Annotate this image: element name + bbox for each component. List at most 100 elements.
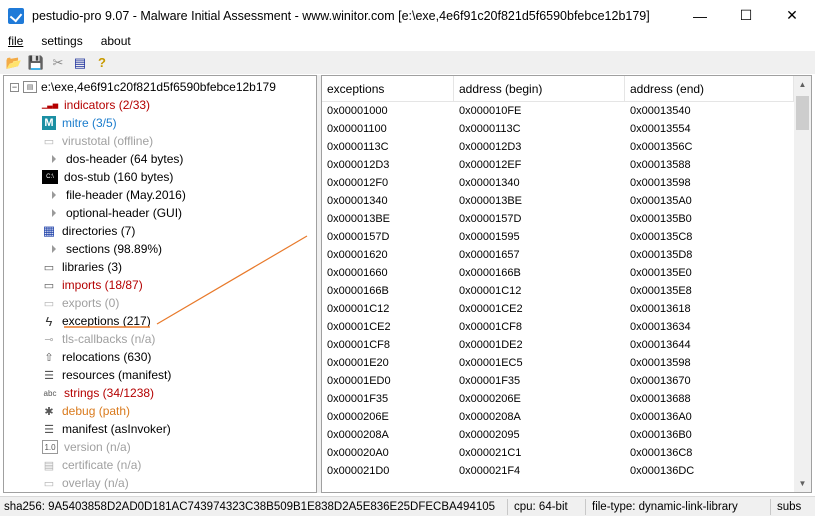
tree-root[interactable]: − ▤ e:\exe,4e6f91c20f821d5f6590bfebce12b… xyxy=(10,78,276,96)
cell-exception: 0x000013BE xyxy=(327,213,390,225)
cell-exception: 0x00001E20 xyxy=(327,357,389,369)
arrow-icon xyxy=(50,152,58,166)
tree-item-label: tls-callbacks (n/a) xyxy=(62,332,156,346)
cell-address-end: 0x000135B0 xyxy=(630,213,692,225)
exceptions-table[interactable]: exceptions address (begin) address (end)… xyxy=(321,75,812,493)
tree-item-virustotal[interactable]: ▭ virustotal (offline) xyxy=(42,132,153,150)
cut-icon[interactable]: ✂ xyxy=(48,54,68,72)
cell-address-end: 0x00013554 xyxy=(630,123,691,135)
close-button[interactable]: ✕ xyxy=(769,0,815,31)
tree-item-strings[interactable]: abc strings (34/1238) xyxy=(42,384,155,402)
cell-address-end: 0x000136B0 xyxy=(630,429,692,441)
cell-exception: 0x00001660 xyxy=(327,267,388,279)
cell-exception: 0x00001C12 xyxy=(327,303,390,315)
tree-item-indicators[interactable]: ▁▃▅ indicators (2/33) xyxy=(42,96,150,114)
cell-address-end: 0x00013588 xyxy=(630,159,691,171)
cell-address-begin: 0x00001DE2 xyxy=(459,339,523,351)
tree-item-mitre[interactable]: Mmitre (3/5) xyxy=(42,114,117,132)
cell-address-begin: 0x00001F35 xyxy=(459,375,521,387)
tree-item-debug[interactable]: ✱ debug (path) xyxy=(42,402,130,420)
collapse-icon[interactable]: − xyxy=(10,82,19,92)
tree-item-label: resources (manifest) xyxy=(62,368,172,382)
scroll-up-icon[interactable]: ▲ xyxy=(794,76,811,93)
tree-item-tls-callbacks[interactable]: ⊸ tls-callbacks (n/a) xyxy=(42,330,155,348)
table-row[interactable]: 0x0000166B 0x00001C12 0x000135E8 xyxy=(322,282,794,300)
scrollbar-thumb[interactable] xyxy=(796,96,809,130)
cell-address-begin: 0x000013BE xyxy=(459,195,522,207)
exports-icon: ▭ xyxy=(43,297,55,310)
menu-settings[interactable]: settings xyxy=(41,34,82,48)
tree-item-exports[interactable]: ▭ exports (0) xyxy=(42,294,120,312)
table-row[interactable]: 0x00001CF8 0x00001DE2 0x00013644 xyxy=(322,336,794,354)
cell-exception: 0x00001F35 xyxy=(327,393,389,405)
tree-item-relocations[interactable]: ⇧ relocations (630) xyxy=(42,348,151,366)
exceptions-icon: ϟ xyxy=(45,313,53,329)
tree-item-manifest[interactable]: ☰ manifest (asInvoker) xyxy=(42,420,171,438)
help-icon[interactable]: ? xyxy=(92,54,112,72)
table-row[interactable]: 0x0000157D 0x00001595 0x000135C8 xyxy=(322,228,794,246)
cell-exception: 0x00001CF8 xyxy=(327,339,390,351)
save-icon[interactable]: 💾 xyxy=(26,54,46,72)
status-subsystem: subs xyxy=(777,500,802,513)
tree-item-dos-header[interactable]: dos-header (64 bytes) xyxy=(42,150,183,168)
vertical-scrollbar[interactable]: ▲ ▼ xyxy=(794,76,811,492)
menu-about[interactable]: about xyxy=(101,34,131,48)
libraries-icon: ▭ xyxy=(43,261,55,274)
table-row[interactable]: 0x00001660 0x0000166B 0x000135E0 xyxy=(322,264,794,282)
tree-item-optional-header[interactable]: optional-header (GUI) xyxy=(42,204,182,222)
table-row[interactable]: 0x000020A0 0x000021C1 0x000136C8 xyxy=(322,444,794,462)
scroll-down-icon[interactable]: ▼ xyxy=(794,475,811,492)
tree-view[interactable]: − ▤ e:\exe,4e6f91c20f821d5f6590bfebce12b… xyxy=(3,75,317,493)
cell-address-end: 0x00013670 xyxy=(630,375,691,387)
cell-address-end: 0x000136C8 xyxy=(630,447,693,459)
column-header-address-end[interactable]: address (end) xyxy=(625,76,794,102)
cell-address-begin: 0x00001CE2 xyxy=(459,303,523,315)
table-row[interactable]: 0x00001C12 0x00001CE2 0x00013618 xyxy=(322,300,794,318)
window-title: pestudio-pro 9.07 - Malware Initial Asse… xyxy=(32,8,650,23)
cell-exception: 0x00001100 xyxy=(327,123,387,135)
tree-item-overlay[interactable]: ▭ overlay (n/a) xyxy=(42,474,129,492)
table-row[interactable]: 0x00001340 0x000013BE 0x000135A0 xyxy=(322,192,794,210)
table-row[interactable]: 0x0000206E 0x0000208A 0x000136A0 xyxy=(322,408,794,426)
minimize-button[interactable]: — xyxy=(677,0,723,31)
open-folder-icon[interactable]: 📂 xyxy=(4,54,24,72)
table-row[interactable]: 0x00001E20 0x00001EC5 0x00013598 xyxy=(322,354,794,372)
arrow-icon xyxy=(50,242,58,256)
table-row[interactable]: 0x000012D3 0x000012EF 0x00013588 xyxy=(322,156,794,174)
arrow-icon xyxy=(50,206,58,220)
tree-item-libraries[interactable]: ▭ libraries (3) xyxy=(42,258,122,276)
tree-item-label: overlay (n/a) xyxy=(62,476,129,490)
tree-item-imports[interactable]: ▭ imports (18/87) xyxy=(42,276,143,294)
tree-item-label: libraries (3) xyxy=(62,260,123,274)
table-row[interactable]: 0x00001100 0x0000113C 0x00013554 xyxy=(322,120,794,138)
table-row[interactable]: 0x00001F35 0x0000206E 0x00013688 xyxy=(322,390,794,408)
tree-item-file-header[interactable]: file-header (May.2016) xyxy=(42,186,186,204)
table-row[interactable]: 0x00001000 0x000010FE 0x00013540 xyxy=(322,102,794,120)
tree-item-version[interactable]: 1.0 version (n/a) xyxy=(42,438,131,456)
cell-address-begin: 0x0000113C xyxy=(459,123,521,135)
overlay-icon: ▭ xyxy=(43,477,55,490)
table-row[interactable]: 0x000012F0 0x00001340 0x00013598 xyxy=(322,174,794,192)
cell-address-end: 0x000136A0 xyxy=(630,411,692,423)
column-header-address-begin[interactable]: address (begin) xyxy=(454,76,625,102)
cell-address-begin: 0x00001340 xyxy=(459,177,520,189)
list-icon[interactable]: ▤ xyxy=(70,54,90,72)
column-header-exceptions[interactable]: exceptions xyxy=(322,76,454,102)
table-row[interactable]: 0x000021D0 0x000021F4 0x000136DC xyxy=(322,462,794,480)
table-row[interactable]: 0x000013BE 0x0000157D 0x000135B0 xyxy=(322,210,794,228)
menu-file[interactable]: file xyxy=(8,34,23,48)
tree-item-resources[interactable]: ☰ resources (manifest) xyxy=(42,366,171,384)
tree-item-sections[interactable]: sections (98.89%) xyxy=(42,240,162,258)
tree-item-exceptions[interactable]: ϟ exceptions (217) xyxy=(42,312,151,330)
maximize-button[interactable]: ☐ xyxy=(723,0,769,31)
table-row[interactable]: 0x00001CE2 0x00001CF8 0x00013634 xyxy=(322,318,794,336)
table-row[interactable]: 0x00001ED0 0x00001F35 0x00013670 xyxy=(322,372,794,390)
table-row[interactable]: 0x00001620 0x00001657 0x000135D8 xyxy=(322,246,794,264)
tree-item-label: exports (0) xyxy=(62,296,120,310)
tree-item-certificate[interactable]: ▤ certificate (n/a) xyxy=(42,456,142,474)
table-row[interactable]: 0x0000113C 0x000012D3 0x0001356C xyxy=(322,138,794,156)
cell-address-begin: 0x0000166B xyxy=(459,267,521,279)
tree-item-directories[interactable]: ▦ directories (7) xyxy=(42,222,136,240)
tree-item-dos-stub[interactable]: C:\ dos-stub (160 bytes) xyxy=(42,168,173,186)
table-row[interactable]: 0x0000208A 0x00002095 0x000136B0 xyxy=(322,426,794,444)
